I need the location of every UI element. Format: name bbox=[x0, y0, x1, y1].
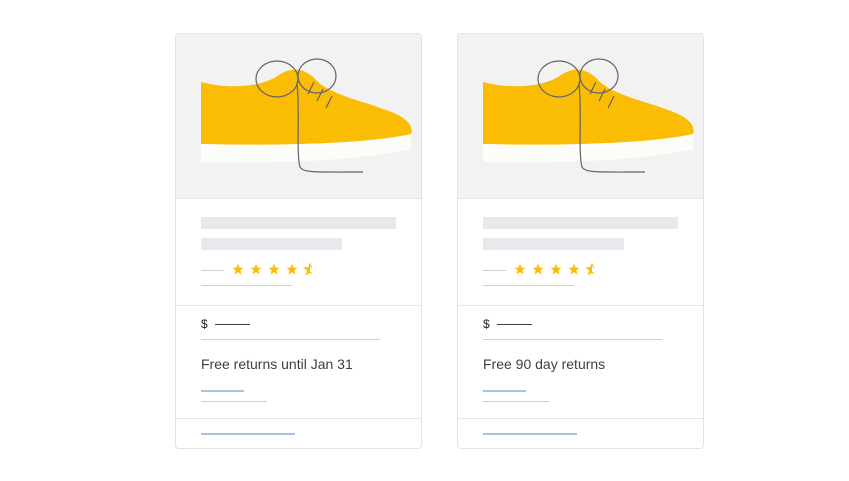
action-link-placeholder[interactable] bbox=[201, 433, 295, 435]
star-icon bbox=[250, 263, 262, 275]
shoe-icon bbox=[483, 58, 694, 173]
title-placeholder bbox=[201, 217, 396, 229]
link-placeholder[interactable] bbox=[483, 390, 526, 392]
reviews-placeholder bbox=[201, 285, 292, 286]
divider bbox=[458, 418, 703, 419]
rating-row bbox=[483, 263, 613, 277]
price-detail-placeholder bbox=[201, 339, 380, 340]
link-placeholder[interactable] bbox=[201, 390, 244, 392]
product-card[interactable]: $ Free returns until Jan 31 bbox=[175, 33, 422, 449]
price-currency: $ bbox=[201, 317, 208, 331]
star-icon bbox=[268, 263, 280, 275]
detail-placeholder bbox=[201, 401, 267, 402]
subtitle-placeholder bbox=[201, 238, 342, 250]
star-icon bbox=[286, 263, 298, 275]
star-icon bbox=[532, 263, 544, 275]
reviews-placeholder bbox=[483, 285, 574, 286]
price-currency: $ bbox=[483, 317, 490, 331]
divider bbox=[458, 305, 703, 306]
product-image[interactable] bbox=[176, 34, 421, 199]
divider bbox=[176, 418, 421, 419]
price-placeholder bbox=[215, 324, 250, 325]
detail-placeholder bbox=[483, 401, 549, 402]
product-image[interactable] bbox=[458, 34, 703, 199]
star-rating bbox=[232, 263, 312, 275]
star-icon bbox=[514, 263, 526, 275]
rating-placeholder bbox=[483, 270, 506, 271]
product-card[interactable]: $ Free 90 day returns bbox=[457, 33, 704, 449]
star-icon bbox=[568, 263, 580, 275]
subtitle-placeholder bbox=[483, 238, 624, 250]
star-icon bbox=[550, 263, 562, 275]
returns-text: Free 90 day returns bbox=[483, 356, 606, 372]
price-detail-placeholder bbox=[483, 339, 662, 340]
returns-text: Free returns until Jan 31 bbox=[201, 356, 353, 372]
shoe-icon bbox=[201, 58, 412, 173]
half-star-icon bbox=[586, 263, 594, 275]
price-placeholder bbox=[497, 324, 532, 325]
star-icon bbox=[232, 263, 244, 275]
star-rating bbox=[514, 263, 594, 275]
half-star-icon bbox=[304, 263, 312, 275]
title-placeholder bbox=[483, 217, 678, 229]
divider bbox=[176, 305, 421, 306]
rating-placeholder bbox=[201, 270, 224, 271]
action-link-placeholder[interactable] bbox=[483, 433, 577, 435]
rating-row bbox=[201, 263, 331, 277]
